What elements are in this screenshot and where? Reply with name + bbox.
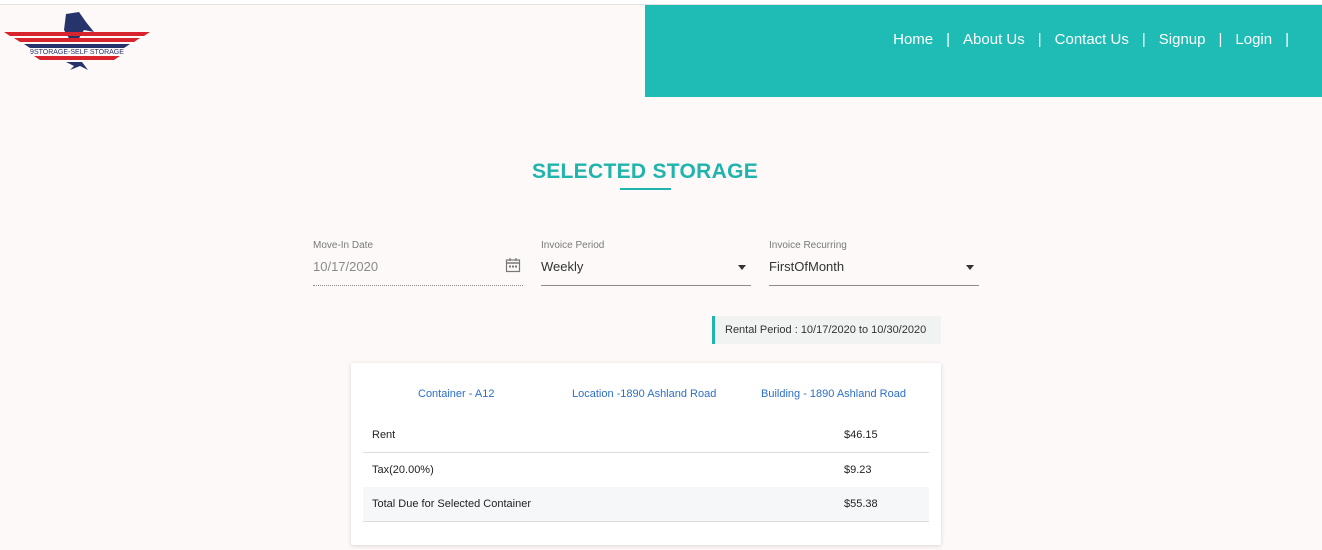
table-row-tax: Tax(20.00%) $9.23 — [363, 453, 929, 488]
invoice-recurring-select[interactable]: FirstOfMonth — [769, 259, 979, 286]
invoice-period-select[interactable]: Weekly — [541, 259, 751, 286]
nav-menu: Home | About Us | Contact Us | Signup | … — [893, 31, 1302, 48]
invoice-period-value: Weekly — [541, 259, 584, 274]
invoice-period-label: Invoice Period — [541, 240, 605, 251]
row-amount: $9.23 — [844, 464, 872, 476]
invoice-recurring-field: Invoice Recurring FirstOfMonth — [769, 240, 979, 286]
nav-separator: | — [1285, 31, 1289, 48]
page-title: SELECTED STORAGE — [531, 160, 759, 183]
nav-login[interactable]: Login — [1235, 31, 1272, 48]
company-logo[interactable]: 9STORAGE-SELF STORAGE — [4, 10, 150, 72]
chevron-down-icon — [738, 265, 746, 270]
container-link[interactable]: Container - A12 — [418, 388, 494, 400]
row-label: Rent — [372, 429, 396, 441]
move-in-date-label: Move-In Date — [313, 240, 374, 251]
nav-home[interactable]: Home — [893, 31, 933, 48]
table-row-rent: Rent $46.15 — [363, 418, 929, 453]
nav-separator: | — [1141, 31, 1146, 48]
rental-period-badge: Rental Period : 10/17/2020 to 10/30/2020 — [712, 316, 941, 344]
invoice-period-field: Invoice Period Weekly — [541, 240, 751, 286]
calendar-icon[interactable] — [505, 257, 521, 273]
invoice-recurring-label: Invoice Recurring — [769, 240, 847, 251]
top-navbar: Home | About Us | Contact Us | Signup | … — [645, 5, 1322, 97]
title-underline — [620, 188, 671, 190]
row-label: Tax(20.00%) — [372, 464, 434, 476]
building-link[interactable]: Building - 1890 Ashland Road — [761, 388, 906, 400]
move-in-date-value: 10/17/2020 — [313, 259, 379, 274]
nav-contact-us[interactable]: Contact Us — [1055, 31, 1129, 48]
invoice-recurring-value: FirstOfMonth — [769, 259, 845, 274]
nav-signup[interactable]: Signup — [1159, 31, 1206, 48]
table-row-total: Total Due for Selected Container $55.38 — [363, 487, 929, 522]
location-link[interactable]: Location -1890 Ashland Road — [572, 388, 716, 400]
row-amount: $55.38 — [844, 498, 878, 510]
move-in-date-input[interactable]: 10/17/2020 — [313, 257, 523, 286]
row-label: Total Due for Selected Container — [372, 498, 531, 510]
row-amount: $46.15 — [844, 429, 878, 441]
storage-summary-card: Container - A12 Location -1890 Ashland R… — [351, 363, 941, 545]
svg-text:9STORAGE-SELF STORAGE: 9STORAGE-SELF STORAGE — [30, 49, 124, 56]
chevron-down-icon — [966, 265, 974, 270]
move-in-date-field: Move-In Date 10/17/2020 — [313, 240, 523, 286]
nav-separator: | — [946, 31, 951, 48]
nav-separator: | — [1037, 31, 1042, 48]
nav-about-us[interactable]: About Us — [963, 31, 1025, 48]
nav-separator: | — [1218, 31, 1223, 48]
